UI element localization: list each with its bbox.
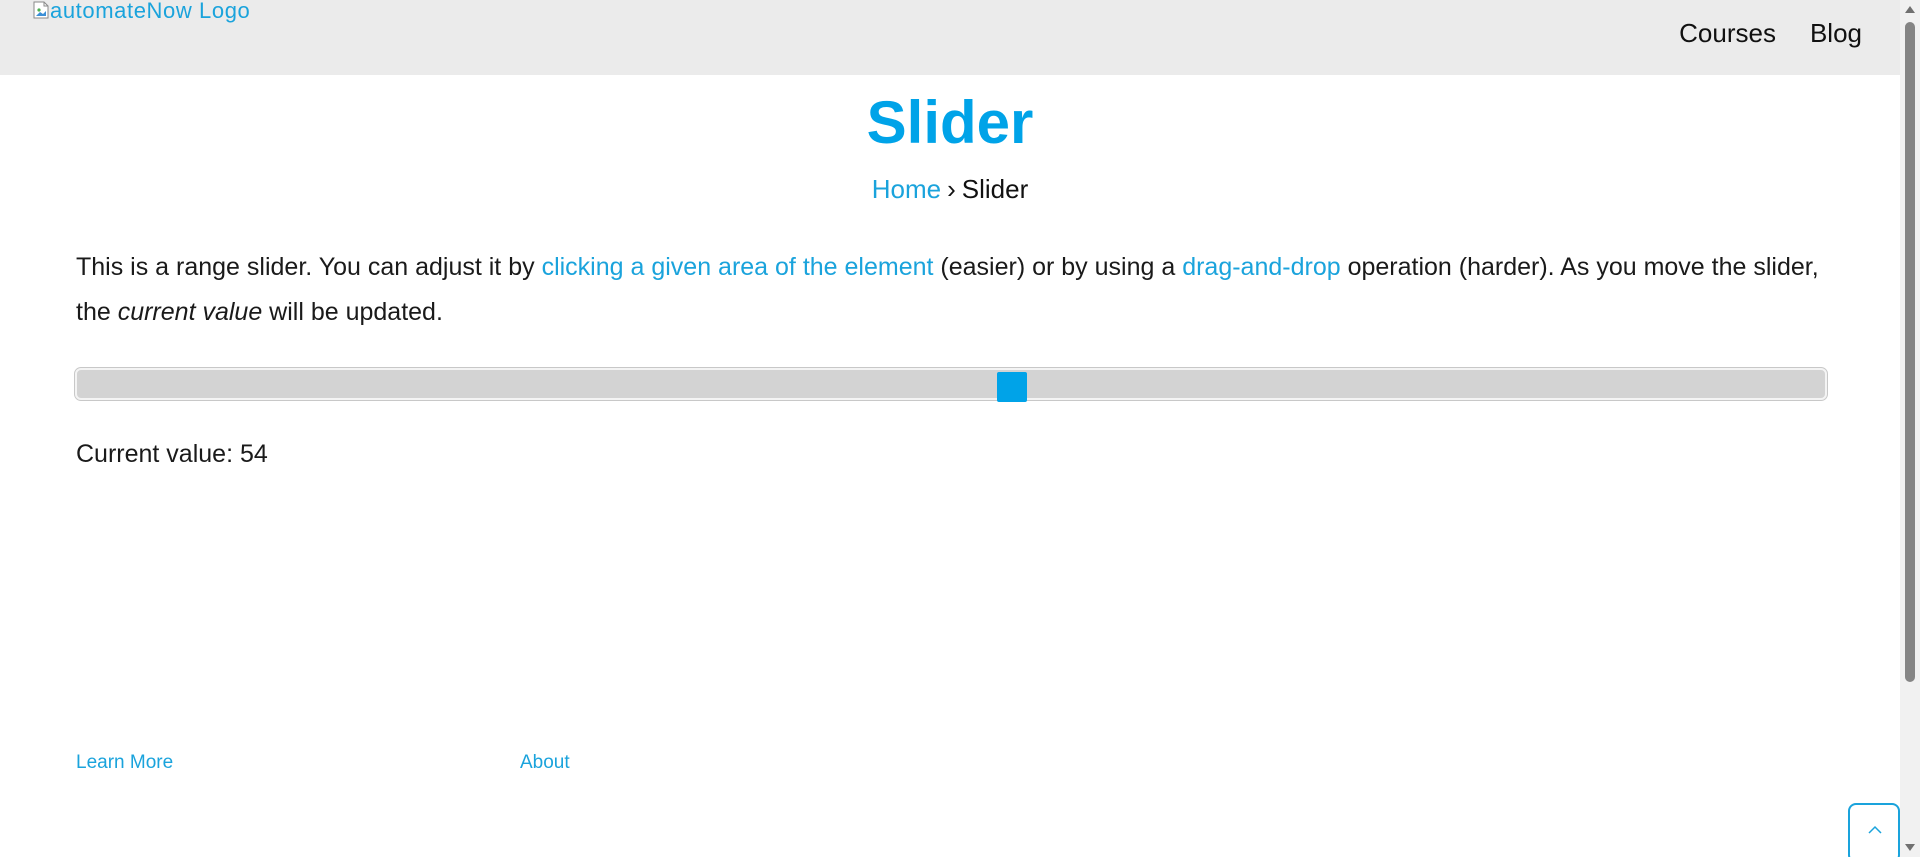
breadcrumb-current: Slider [961,174,1029,204]
drag-and-drop-link[interactable]: drag-and-drop [1182,253,1340,281]
range-slider[interactable] [74,367,1828,402]
chevron-up-icon [1868,825,1882,834]
nav-blog-link[interactable]: Blog [1810,18,1862,49]
intro-text: (easier) or by using a [933,253,1183,281]
main-nav: Courses Blog [1679,18,1862,49]
breadcrumb-separator: › [947,174,956,204]
logo-alt-text: automateNow Logo [50,0,251,23]
breadcrumb: Home › Slider [0,174,1900,205]
breadcrumb-home-link[interactable]: Home [872,174,941,204]
clicking-area-link[interactable]: clicking a given area of the element [542,253,934,281]
current-value-display: Current value: 54 [76,440,268,469]
slider-thumb[interactable] [996,372,1027,402]
vertical-scrollbar[interactable] [1900,0,1920,857]
intro-text: will be updated. [262,298,443,326]
scrollbar-thumb[interactable] [1905,22,1915,682]
back-to-top-button[interactable] [1848,803,1900,857]
broken-image-icon [33,1,49,19]
page: automateNow Logo Courses Blog Slider Hom… [0,0,1920,857]
current-value-number: 54 [239,440,268,468]
page-title: Slider [866,89,1034,156]
intro-text: This is a range slider. You can adjust i… [76,253,542,281]
current-value-label: Current value: [76,440,240,468]
footer-about-link[interactable]: About [520,752,570,774]
scroll-down-arrow-icon[interactable] [1905,844,1915,851]
intro-emphasis: current value [117,298,263,326]
site-header: automateNow Logo Courses Blog [0,0,1900,75]
footer-learn-more-link[interactable]: Learn More [76,752,173,774]
intro-paragraph: This is a range slider. You can adjust i… [76,245,1836,335]
site-logo-link[interactable]: automateNow Logo [33,0,250,24]
nav-courses-link[interactable]: Courses [1679,18,1776,49]
scroll-up-arrow-icon[interactable] [1905,6,1915,13]
